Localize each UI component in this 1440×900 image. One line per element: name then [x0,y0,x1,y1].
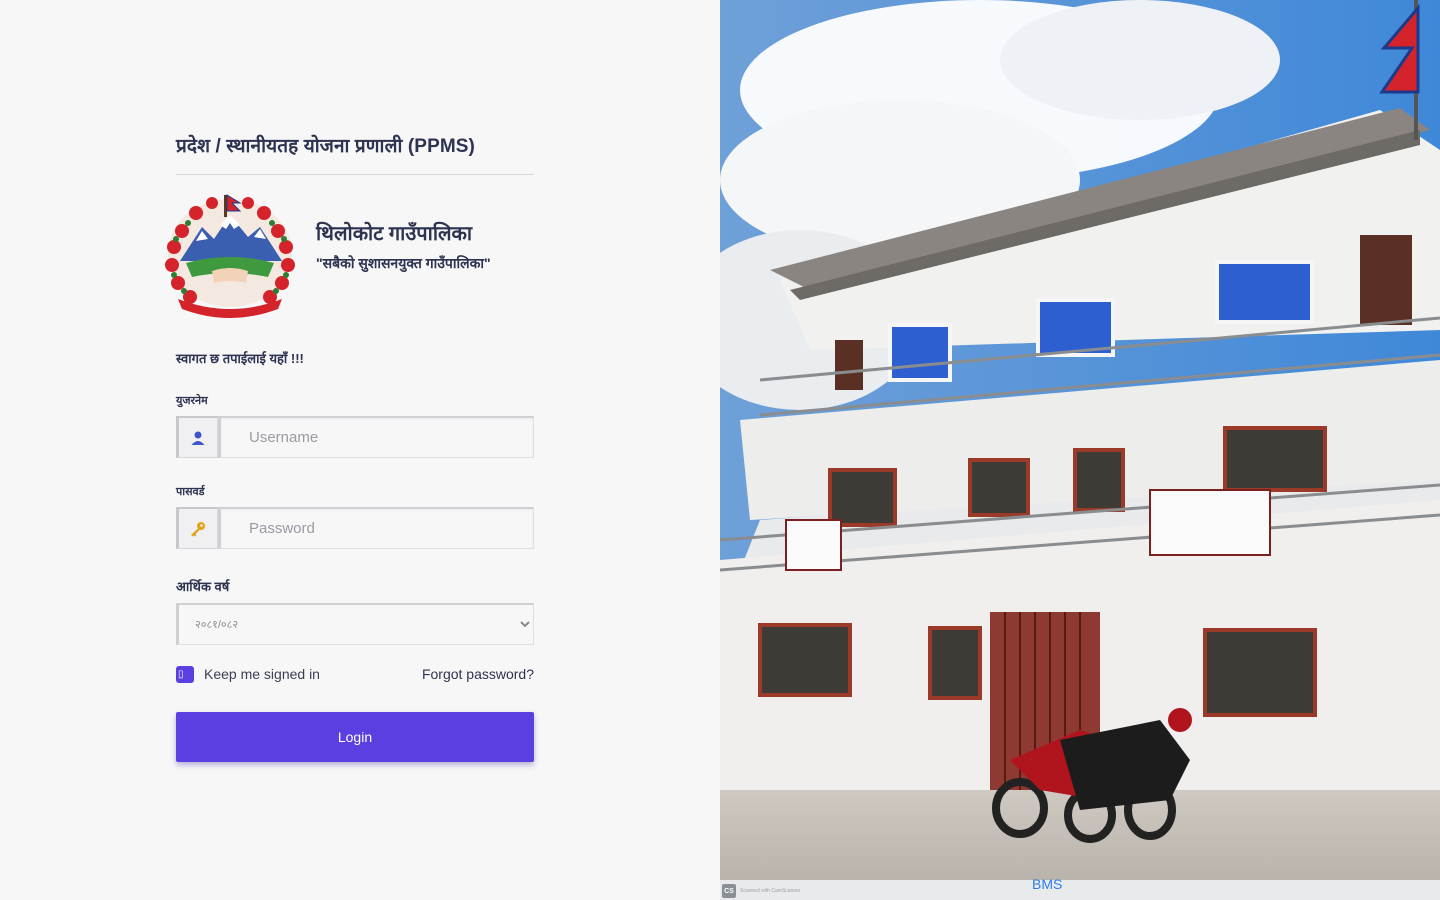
forgot-password-link[interactable]: Forgot password? [422,666,534,682]
password-field [176,507,534,549]
organization-motto: "सबैको सुशासनयुक्त गाउँपालिका" [316,255,491,271]
login-button[interactable]: Login [176,712,534,762]
fiscal-year-field: २०८१/०८२ [176,603,534,645]
welcome-message: स्वागत छ तपाईलाई यहाँ !!! [176,349,534,367]
organization-text: थिलोकोट गाउँपालिका "सबैको सुशासनयुक्त गा… [316,219,491,273]
system-title: प्रदेश / स्थानीयतह योजना प्रणाली (PPMS) [176,132,534,175]
footer-brand: BMS [1032,876,1063,892]
username-input[interactable] [218,416,534,458]
password-label: पासवर्ड [176,486,205,498]
system-title-text: प्रदेश / स्थानीयतह योजना प्रणाली [176,136,403,157]
check-icon: ▯ [178,668,184,680]
login-panel: प्रदेश / स्थानीयतह योजना प्रणाली (PPMS) [0,0,720,900]
username-field [176,416,534,458]
remember-row: ▯ Keep me signed in Forgot password? [176,665,534,683]
username-label: युजरनेम [176,395,208,407]
organization-name: थिलोकोट गाउँपालिका [316,223,473,245]
remember-label: Keep me signed in [204,666,320,682]
fiscal-year-label: आर्थिक वर्ष [176,579,230,594]
user-icon [176,416,218,458]
nepal-emblem-icon [165,194,295,318]
fiscal-year-select[interactable]: २०८१/०८२ [176,603,534,645]
welcome-text: स्वागत छ तपाईलाई यहाँ [176,351,288,366]
welcome-suffix: !!! [290,351,304,366]
camscanner-logo: CS [722,884,736,898]
key-icon [176,507,218,549]
camscanner-text: Scanned with CamScanner [740,888,801,894]
office-building-image [720,0,1440,900]
remember-checkbox[interactable]: ▯ [176,665,194,683]
remember-me[interactable]: ▯ Keep me signed in [176,665,320,683]
organization-header: थिलोकोट गाउँपालिका "सबैको सुशासनयुक्त गा… [165,175,534,325]
camscanner-watermark: CS Scanned with CamScanner [722,884,801,898]
password-input[interactable] [218,507,534,549]
login-box: प्रदेश / स्थानीयतह योजना प्रणाली (PPMS) [165,132,534,762]
office-photo [720,0,1440,900]
system-abbr: (PPMS) [407,136,475,157]
